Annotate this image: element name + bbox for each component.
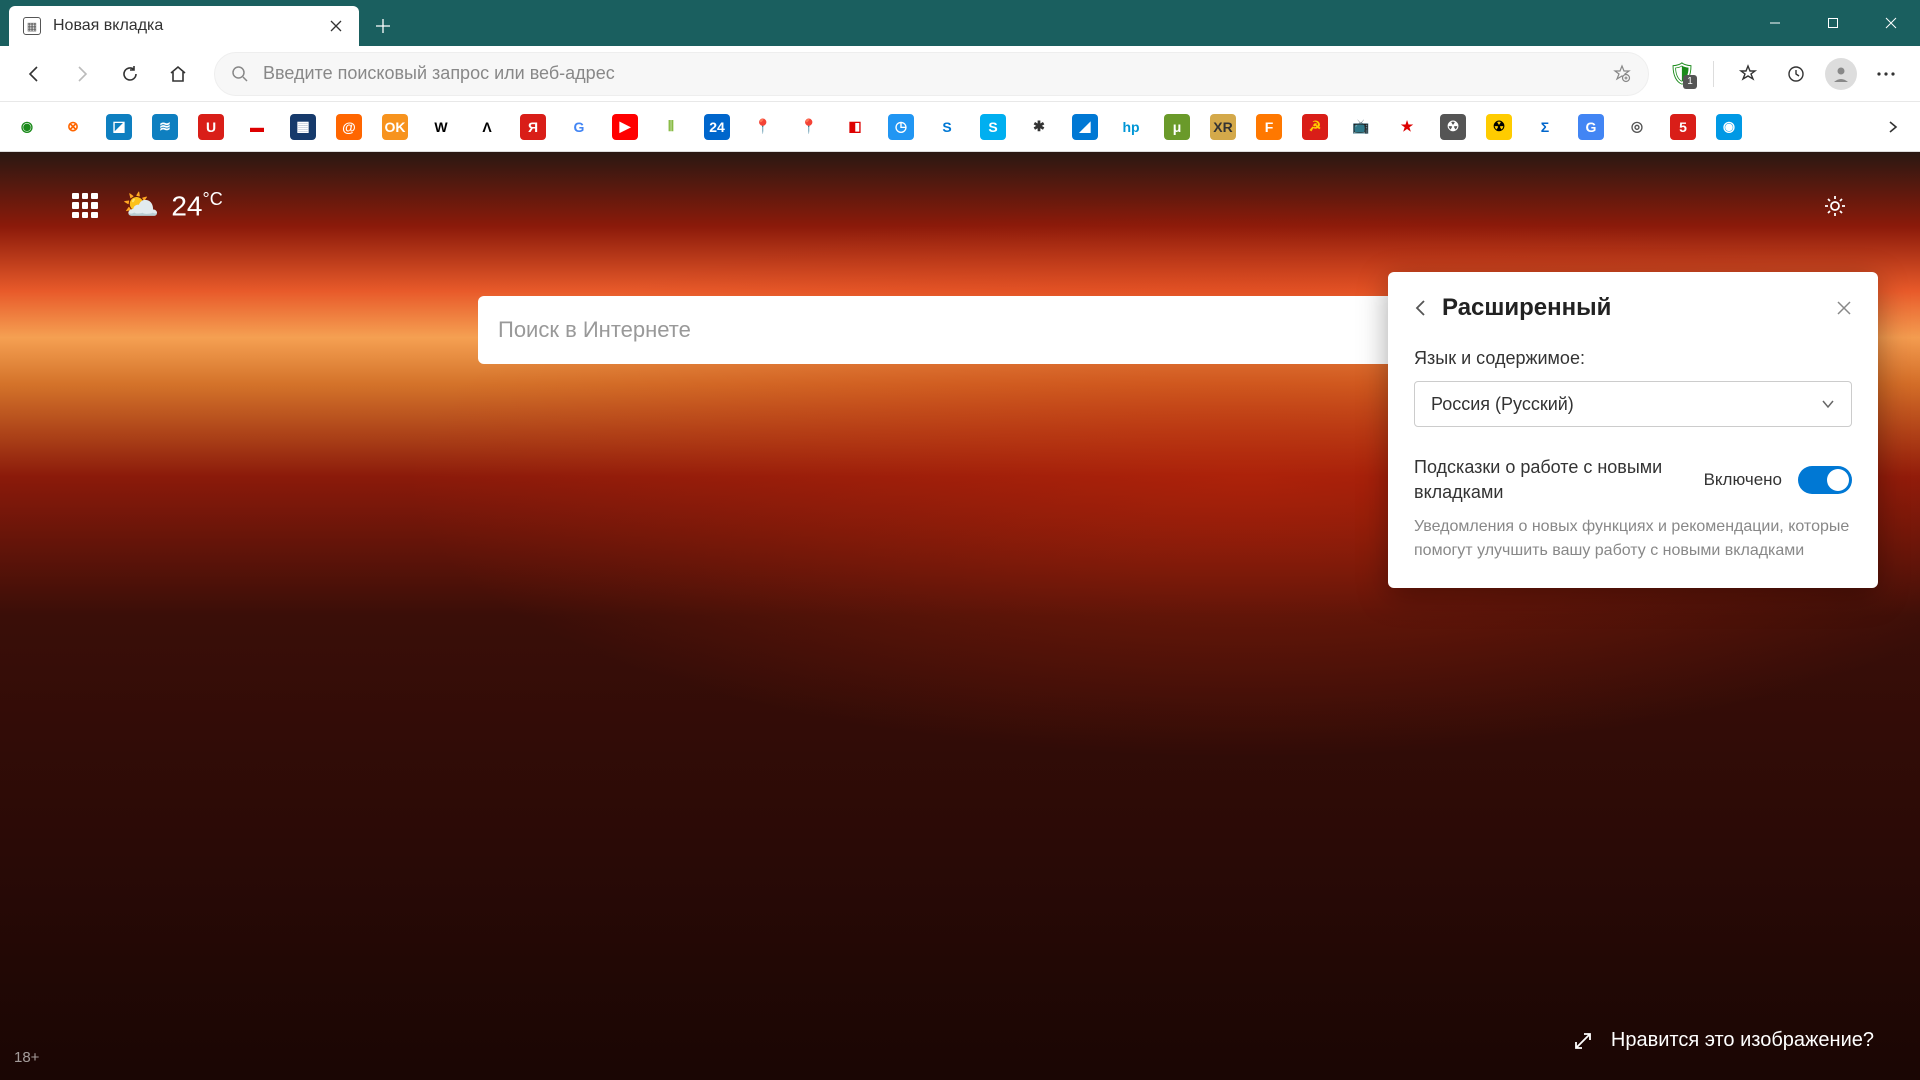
- bookmark-bookmark-24[interactable]: ◢: [1072, 114, 1098, 140]
- bookmark-youtube[interactable]: ▶: [612, 114, 638, 140]
- bookmark-bookmark-31[interactable]: ★: [1394, 114, 1420, 140]
- reload-button[interactable]: [110, 54, 150, 94]
- bookmark-bookmark-23[interactable]: ✱: [1026, 114, 1052, 140]
- chevron-down-icon: [1821, 399, 1835, 409]
- menu-button[interactable]: [1866, 54, 1906, 94]
- bookmark-bookmark-16[interactable]: 24: [704, 114, 730, 140]
- settings-panel: Расширенный Язык и содержимое: Россия (Р…: [1388, 272, 1878, 588]
- language-select[interactable]: Россия (Русский): [1414, 381, 1852, 427]
- new-tab-page: ⛅ 24°C Расширенный Язык и содержимое: Ро…: [0, 152, 1920, 1080]
- maximize-button[interactable]: [1804, 0, 1862, 46]
- bookmark-bookmark-19[interactable]: ◧: [842, 114, 868, 140]
- history-button[interactable]: [1776, 54, 1816, 94]
- weather-widget[interactable]: ⛅ 24°C: [122, 188, 223, 223]
- bookmark-bookmark-33[interactable]: ☢: [1486, 114, 1512, 140]
- apps-launcher-icon[interactable]: [72, 193, 98, 219]
- adblocker-extension[interactable]: 🛡 1: [1665, 57, 1699, 91]
- bookmark-bookmark-36[interactable]: ◎: [1624, 114, 1650, 140]
- browser-tab[interactable]: ▦ Новая вкладка: [9, 6, 359, 46]
- close-tab-button[interactable]: [327, 17, 345, 35]
- weather-icon: ⛅: [122, 188, 159, 223]
- bookmark-bookmark-5[interactable]: U: [198, 114, 224, 140]
- bookmarks-overflow[interactable]: [1880, 114, 1906, 140]
- expand-icon: [1573, 1031, 1593, 1051]
- separator: [1713, 61, 1714, 87]
- weather-temp: 24: [171, 190, 202, 221]
- language-value: Россия (Русский): [1431, 394, 1574, 415]
- avatar-icon: [1825, 58, 1857, 90]
- bookmark-bookmark-38[interactable]: ◉: [1716, 114, 1742, 140]
- bookmark-odnoklassniki[interactable]: OK: [382, 114, 408, 140]
- minimize-button[interactable]: [1746, 0, 1804, 46]
- close-window-button[interactable]: [1862, 0, 1920, 46]
- favorites-button[interactable]: [1728, 54, 1768, 94]
- bookmark-bookmark-27[interactable]: XR: [1210, 114, 1236, 140]
- bookmark-bookmark-21[interactable]: S: [934, 114, 960, 140]
- bookmark-bookmark-28[interactable]: F: [1256, 114, 1282, 140]
- new-tab-button[interactable]: [365, 8, 401, 44]
- bookmark-bookmark-11[interactable]: Λ: [474, 114, 500, 140]
- bookmark-bookmark-34[interactable]: Σ: [1532, 114, 1558, 140]
- bookmark-google-maps[interactable]: 📍: [750, 114, 776, 140]
- panel-title: Расширенный: [1442, 294, 1611, 322]
- ntp-search-box[interactable]: [478, 296, 1442, 364]
- home-button[interactable]: [158, 54, 198, 94]
- extension-badge: 1: [1683, 75, 1697, 89]
- image-feedback[interactable]: Нравится это изображение?: [1573, 1029, 1874, 1052]
- toolbar: 🛡 1: [0, 46, 1920, 102]
- back-button[interactable]: [14, 54, 54, 94]
- bookmark-bookmark-2[interactable]: ⊗: [60, 114, 86, 140]
- bookmark-sberbank[interactable]: ◉: [14, 114, 40, 140]
- window-controls: [1746, 0, 1920, 46]
- panel-close-button[interactable]: [1836, 300, 1852, 316]
- tips-label: Подсказки о работе с новыми вкладками: [1414, 455, 1688, 505]
- titlebar: ▦ Новая вкладка: [0, 0, 1920, 46]
- address-input[interactable]: [263, 63, 1604, 84]
- ntp-top-bar: ⛅ 24°C: [72, 188, 1848, 223]
- bookmark-bookmark-7[interactable]: ▦: [290, 114, 316, 140]
- bookmark-bookmark-15[interactable]: ⦀: [658, 114, 684, 140]
- image-like-label: Нравится это изображение?: [1611, 1029, 1874, 1052]
- search-icon: [231, 65, 249, 83]
- tips-description: Уведомления о новых функциях и рекоменда…: [1414, 515, 1852, 561]
- panel-back-button[interactable]: [1414, 299, 1428, 317]
- bookmark-bookmark-3[interactable]: ◪: [106, 114, 132, 140]
- tips-state: Включено: [1704, 470, 1782, 490]
- bookmark-bookmark-30[interactable]: 📺: [1348, 114, 1374, 140]
- bookmark-bookmark-6[interactable]: ▬: [244, 114, 270, 140]
- ntp-search-input[interactable]: [498, 317, 1422, 343]
- tab-page-icon: ▦: [23, 17, 41, 35]
- bookmark-bookmark-4[interactable]: ≋: [152, 114, 178, 140]
- bookmark-mail-ru[interactable]: @: [336, 114, 362, 140]
- bookmark-google-translate[interactable]: G: [1578, 114, 1604, 140]
- bookmark-google[interactable]: G: [566, 114, 592, 140]
- site-preferences-icon[interactable]: [1612, 64, 1632, 84]
- bookmark-bookmark-20[interactable]: ◷: [888, 114, 914, 140]
- bookmark-yandex[interactable]: Я: [520, 114, 546, 140]
- bookmark-yandex-maps[interactable]: 📍: [796, 114, 822, 140]
- bookmark-utorrent[interactable]: μ: [1164, 114, 1190, 140]
- bookmark-bookmark-29[interactable]: ☭: [1302, 114, 1328, 140]
- bookmark-wikipedia[interactable]: W: [428, 114, 454, 140]
- profile-button[interactable]: [1824, 57, 1858, 91]
- weather-unit: °C: [203, 189, 223, 209]
- tips-setting-row: Подсказки о работе с новыми вкладками Вк…: [1414, 455, 1852, 505]
- bookmark-bookmark-32[interactable]: ☢: [1440, 114, 1466, 140]
- panel-header: Расширенный: [1414, 294, 1852, 322]
- tab-title: Новая вкладка: [53, 17, 315, 35]
- forward-button[interactable]: [62, 54, 102, 94]
- age-rating: 18+: [14, 1049, 39, 1066]
- address-bar[interactable]: [214, 52, 1649, 96]
- bookmark-bookmark-37[interactable]: 5: [1670, 114, 1696, 140]
- ntp-settings-button[interactable]: [1822, 193, 1848, 219]
- bookmarks-bar: ◉⊗◪≋U▬▦@OKWΛЯG▶⦀24📍📍◧◷SS✱◢hpμXRF☭📺★☢☢ΣG◎…: [0, 102, 1920, 152]
- language-label: Язык и содержимое:: [1414, 348, 1852, 369]
- bookmark-hp[interactable]: hp: [1118, 114, 1144, 140]
- tips-toggle[interactable]: [1798, 466, 1852, 494]
- bookmark-skype[interactable]: S: [980, 114, 1006, 140]
